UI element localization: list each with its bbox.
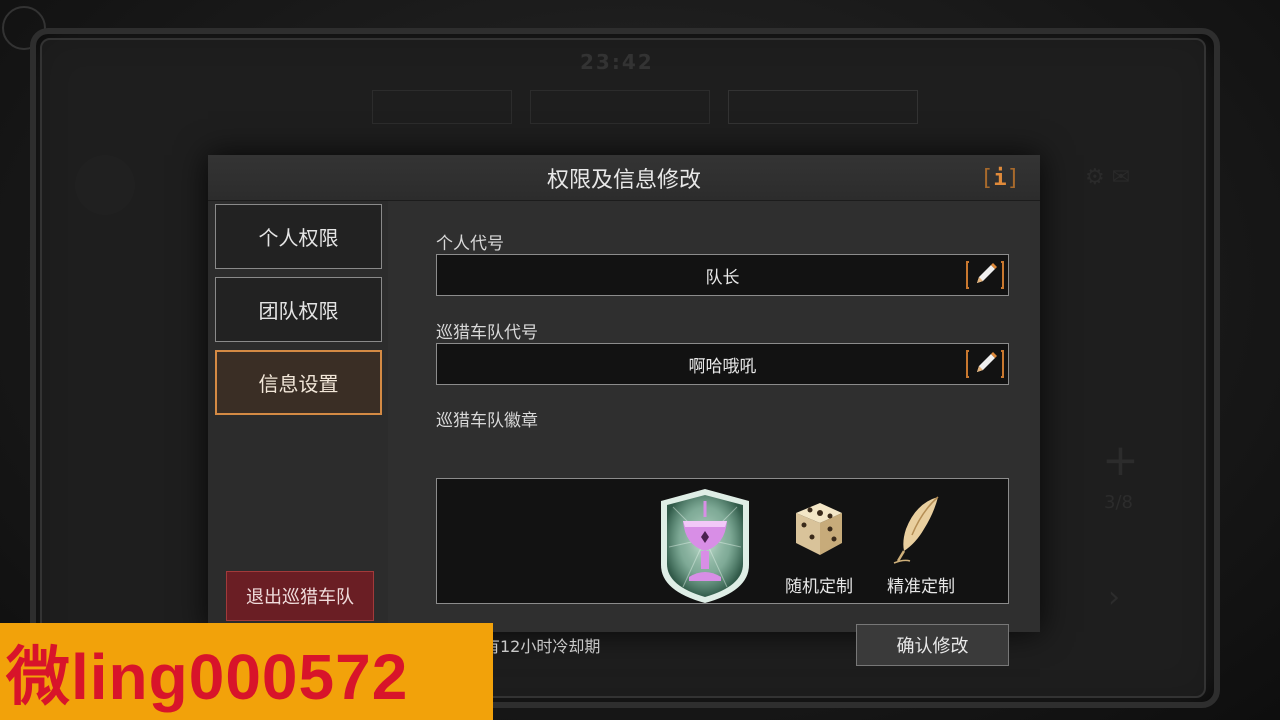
edit-personal-code-icon[interactable] bbox=[966, 260, 1004, 290]
sidebar-item-personal-permissions[interactable]: 个人权限 bbox=[215, 204, 382, 269]
dialog-sidebar: 个人权限 团队权限 信息设置 退出巡猎车队 bbox=[208, 201, 388, 632]
team-code-field[interactable]: 啊哈哦吼 bbox=[436, 343, 1009, 385]
background-icons: ⚙ ✉ bbox=[1085, 165, 1131, 190]
background-tab-3 bbox=[728, 90, 918, 124]
random-customize-label: 随机定制 bbox=[785, 577, 853, 597]
personal-code-field[interactable]: 队长 bbox=[436, 254, 1009, 296]
sidebar-item-info-settings[interactable]: 信息设置 bbox=[215, 350, 382, 415]
background-count: 3/8 bbox=[1104, 492, 1133, 513]
team-code-label: 巡猎车队代号 bbox=[436, 323, 538, 343]
exit-team-button[interactable]: 退出巡猎车队 bbox=[226, 571, 374, 621]
personal-code-label: 个人代号 bbox=[436, 234, 504, 254]
team-emblem-label: 巡猎车队徽章 bbox=[436, 411, 538, 431]
dice-icon bbox=[796, 503, 842, 555]
background-tab-2 bbox=[530, 90, 710, 124]
background-add-icon: + bbox=[1102, 435, 1139, 486]
dialog-content: 个人代号 队长 巡猎车队代号 啊哈哦吼 巡猎车队徽章 随机定制 精准定制 修改后… bbox=[388, 201, 1040, 666]
background-arrow-icon: › bbox=[1108, 580, 1120, 615]
dialog-title: 权限及信息修改 bbox=[546, 168, 701, 193]
info-icon[interactable]: [i] bbox=[980, 163, 1020, 193]
game-screen: 23:42 ⚙ ✉ + 3/8 › 权限及信息修改 [i] 个人权限 团队权限 … bbox=[0, 0, 1280, 720]
background-tab-1 bbox=[372, 90, 512, 124]
personal-code-value: 队长 bbox=[705, 267, 740, 288]
precise-customize-button[interactable]: 精准定制 bbox=[876, 489, 966, 599]
watermark-banner: 微ling000572 bbox=[0, 623, 493, 720]
background-time: 23:42 bbox=[580, 50, 654, 74]
team-code-value: 啊哈哦吼 bbox=[688, 356, 757, 377]
edit-team-code-icon[interactable] bbox=[966, 349, 1004, 379]
background-emblem-icon bbox=[75, 155, 135, 215]
team-emblem-area: 随机定制 精准定制 bbox=[436, 478, 1009, 604]
confirm-button[interactable]: 确认修改 bbox=[856, 624, 1009, 666]
permissions-dialog: 权限及信息修改 [i] 个人权限 团队权限 信息设置 退出巡猎车队 个人代号 队… bbox=[208, 155, 1040, 666]
sidebar-item-team-permissions[interactable]: 团队权限 bbox=[215, 277, 382, 342]
random-customize-button[interactable]: 随机定制 bbox=[774, 489, 864, 599]
quill-icon bbox=[893, 496, 939, 564]
team-emblem-icon[interactable] bbox=[653, 487, 757, 605]
precise-customize-label: 精准定制 bbox=[887, 577, 955, 597]
